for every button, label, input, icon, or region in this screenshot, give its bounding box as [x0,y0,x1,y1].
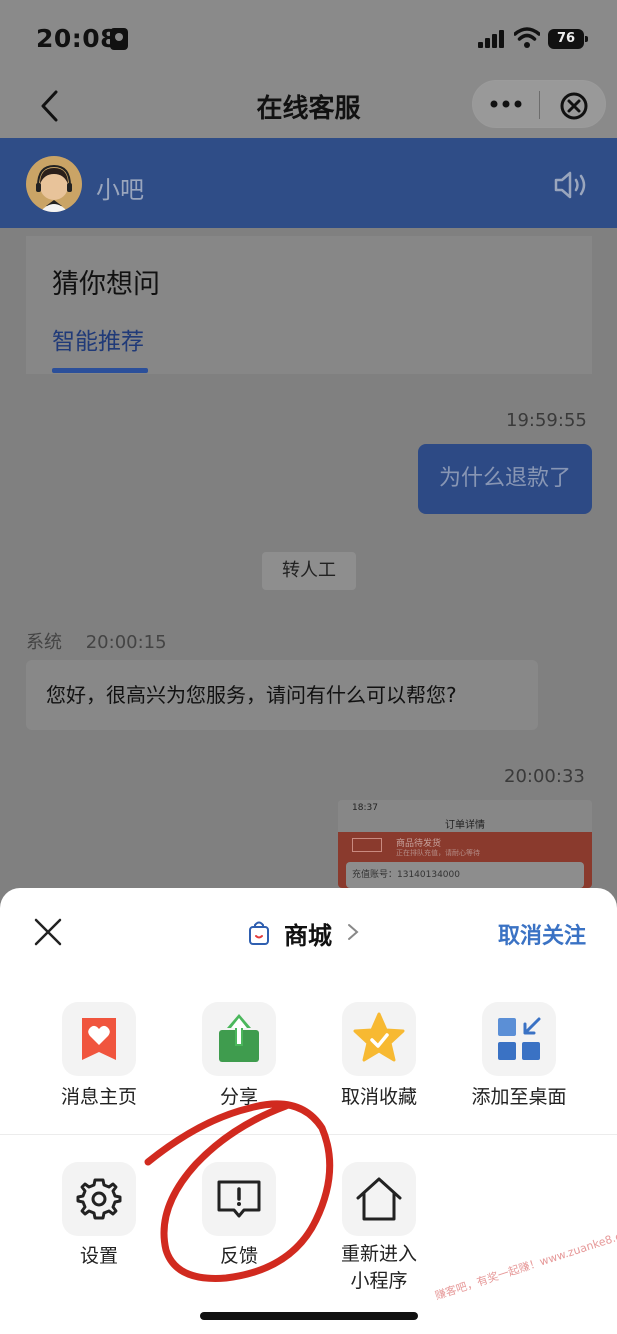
message-home-button[interactable] [62,1002,136,1076]
screenshot-box-icon [352,838,382,852]
agent-name: 小吧 [96,176,144,204]
agent-avatar [26,156,82,212]
close-miniapp-icon[interactable] [559,91,589,121]
message-timestamp: 20:00:33 [504,766,585,787]
user-message-bubble[interactable]: 为什么退款了 [418,444,592,514]
row-divider [0,1134,617,1135]
share-button[interactable] [202,1002,276,1076]
capsule-divider [539,91,540,119]
status-time: 20:08 [36,24,119,53]
feedback-label: 反馈 [219,1245,258,1267]
screenshot-banner-sub: 正在排队充值，请耐心等待 [396,849,480,857]
system-message-bubble[interactable]: 您好，很高兴为您服务，请问有什么可以帮您? [26,660,538,730]
home-indicator [200,1312,418,1320]
add-to-desktop-icon [498,1017,541,1060]
sender-name: 系统 [26,632,62,653]
settings-label: 设置 [79,1245,118,1267]
battery-indicator: 76 [548,29,588,49]
wifi-icon [514,27,540,48]
store-name[interactable]: 商城 [284,916,332,951]
add-to-desktop-button[interactable] [482,1002,556,1076]
tab-smart-recommend[interactable]: 智能推荐 [52,322,144,356]
screenshot-header: 18:37 订单详情 [338,800,592,832]
star-icon [353,1012,405,1062]
share-icon [219,1014,259,1062]
service-header [0,138,617,228]
system-sender: 系统 20:00:15 [26,628,167,654]
id-badge-icon [110,28,128,50]
bookmark-heart-icon [82,1018,116,1060]
settings-button[interactable] [62,1162,136,1236]
shopping-bag-icon [249,921,269,945]
cellular-signal-icon [478,30,506,48]
reenter-miniapp-label: 重新进入 小程序 [340,1243,417,1292]
unfollow-button[interactable]: 取消关注 [498,918,586,950]
image-message[interactable]: 18:37 订单详情 商品待发货 正在排队充值，请耐心等待 充值账号：13140… [338,800,592,888]
message-timestamp: 19:59:55 [506,410,587,431]
more-icon[interactable] [489,99,523,109]
speaker-icon[interactable] [552,170,592,200]
share-label: 分享 [219,1086,258,1108]
message-timestamp: 20:00:15 [85,632,167,653]
chevron-right-icon[interactable] [346,922,360,942]
feedback-icon [217,1180,261,1218]
screenshot-title: 订单详情 [445,820,485,831]
add-to-desktop-label: 添加至桌面 [471,1086,567,1108]
message-home-label: 消息主页 [60,1086,137,1108]
close-icon[interactable] [32,916,64,948]
miniapp-capsule [472,80,606,128]
reenter-miniapp-button[interactable] [342,1162,416,1236]
feedback-button[interactable] [202,1162,276,1236]
gear-icon [76,1178,122,1220]
screenshot-time: 18:37 [352,803,378,813]
transfer-to-agent-notice: 转人工 [262,552,356,590]
home-icon [356,1177,402,1221]
unfavorite-button[interactable] [342,1002,416,1076]
faq-title: 猜你想问 [52,269,160,300]
tab-underline [52,368,148,373]
unfavorite-label: 取消收藏 [340,1086,417,1108]
screenshot-account: 充值账号：13140134000 [346,862,584,888]
